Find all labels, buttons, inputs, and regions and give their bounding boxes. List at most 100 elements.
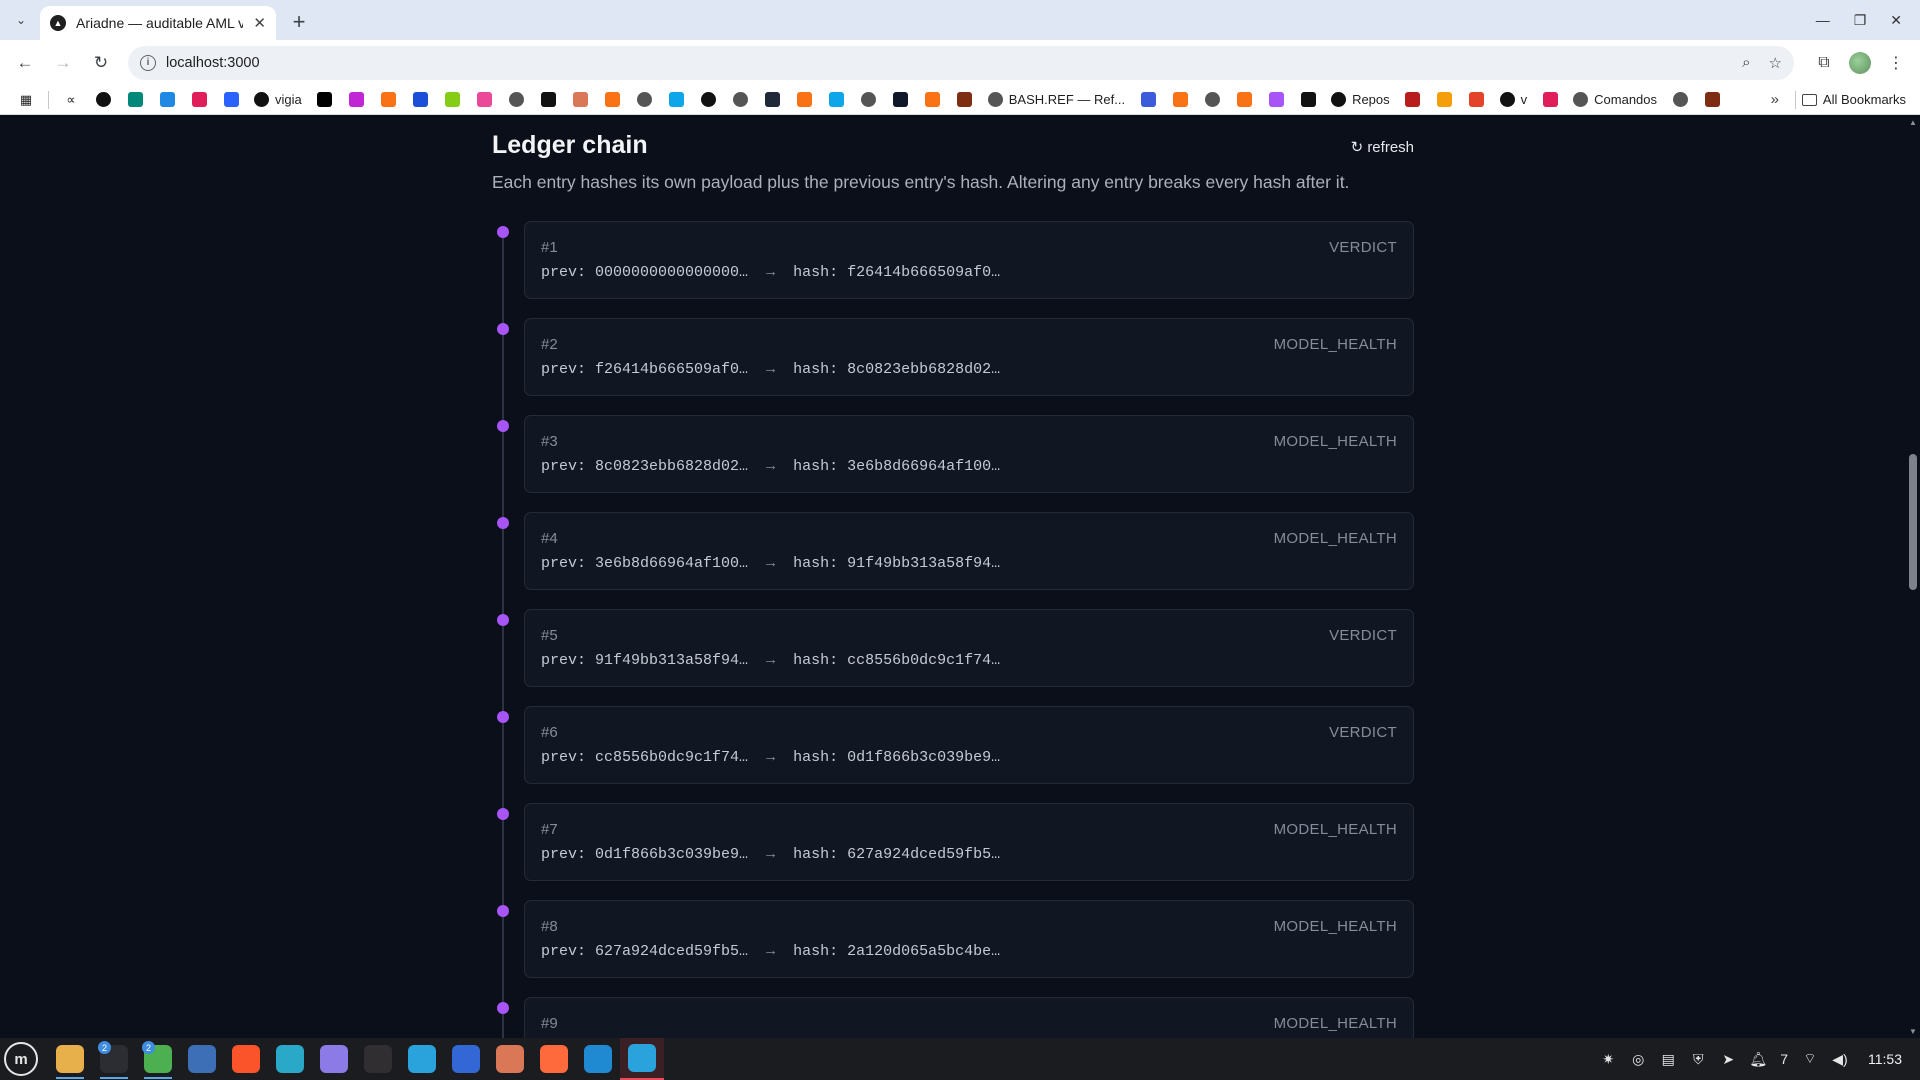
bookmark-item[interactable] [151, 88, 183, 112]
bookmark-item[interactable] [1196, 88, 1228, 112]
reload-button[interactable]: ↻ [86, 48, 116, 78]
bookmark-item[interactable] [565, 88, 597, 112]
bookmark-item[interactable] [309, 88, 341, 112]
bookmark-item[interactable]: Repos [1324, 88, 1397, 112]
bookmark-item[interactable] [437, 88, 469, 112]
bookmark-item[interactable] [1534, 88, 1566, 112]
close-window-icon[interactable]: ✕ [1890, 12, 1902, 29]
ledger-entry-card[interactable]: #6 VERDICT prev: cc8556b0dc9c1f74… → hash:… [524, 706, 1414, 784]
bookmark-item[interactable] [1461, 88, 1493, 112]
bookmark-item[interactable] [533, 88, 565, 112]
taskbar-app[interactable] [576, 1038, 620, 1080]
bookmark-item[interactable] [693, 88, 725, 112]
bookmark-logo-icon[interactable]: ∝ [55, 88, 87, 112]
bookmark-item[interactable] [1696, 88, 1728, 112]
bookmark-item[interactable] [1429, 88, 1461, 112]
claude-tray-icon[interactable]: ✷ [1600, 1051, 1616, 1067]
start-menu-button[interactable]: m [4, 1042, 38, 1076]
taskbar-app[interactable] [356, 1038, 400, 1080]
all-bookmarks-button[interactable]: All Bookmarks [1801, 92, 1910, 107]
bookmark-item[interactable] [1664, 88, 1696, 112]
bookmark-item[interactable] [87, 88, 119, 112]
forward-button[interactable]: → [48, 48, 78, 78]
scroll-up-icon[interactable]: ▲ [1909, 118, 1917, 127]
bookmark-item[interactable]: v [1493, 88, 1535, 112]
bookmark-item[interactable] [341, 88, 373, 112]
bookmark-item[interactable] [1397, 88, 1429, 112]
bookmark-item[interactable] [789, 88, 821, 112]
ledger-entry-card[interactable]: #2 MODEL_HEALTH prev: f26414b666509af0… → … [524, 318, 1414, 396]
taskbar-app[interactable] [400, 1038, 444, 1080]
taskbar-app[interactable] [224, 1038, 268, 1080]
bookmark-item[interactable] [1260, 88, 1292, 112]
bookmark-item[interactable]: BASH.REF — Ref... [981, 88, 1132, 112]
taskbar-app[interactable] [620, 1038, 664, 1080]
telegram-tray-icon[interactable]: ➤ [1720, 1051, 1736, 1067]
bookmark-item[interactable] [119, 88, 151, 112]
ledger-entry-card[interactable]: #8 MODEL_HEALTH prev: 627a924dced59fb5… → … [524, 900, 1414, 978]
tab-search-chevron-icon[interactable]: ⌄ [8, 7, 34, 33]
bookmark-item[interactable] [661, 88, 693, 112]
taskbar-app[interactable] [48, 1038, 92, 1080]
bookmark-item[interactable] [885, 88, 917, 112]
back-button[interactable]: ← [10, 48, 40, 78]
bookmark-item[interactable]: vigia [247, 88, 309, 112]
bookmark-item[interactable] [215, 88, 247, 112]
obs-tray-icon[interactable]: ◎ [1630, 1051, 1646, 1067]
bookmark-item[interactable] [183, 88, 215, 112]
new-tab-button[interactable]: + [284, 7, 314, 37]
restore-icon[interactable]: ❐ [1854, 12, 1867, 29]
ledger-entry-card[interactable]: #4 MODEL_HEALTH prev: 3e6b8d66964af100… → … [524, 512, 1414, 590]
zoom-icon[interactable]: ⌕ [1742, 54, 1750, 72]
bookmark-item[interactable] [1228, 88, 1260, 112]
bookmark-item[interactable] [821, 88, 853, 112]
bookmark-item[interactable] [629, 88, 661, 112]
clipboard-icon[interactable]: ▤ [1660, 1051, 1676, 1067]
bookmark-item[interactable] [501, 88, 533, 112]
apps-grid-icon[interactable]: ▦ [10, 88, 42, 112]
bookmark-item[interactable] [405, 88, 437, 112]
taskbar-app[interactable] [532, 1038, 576, 1080]
bookmark-item[interactable]: Comandos [1566, 88, 1664, 112]
taskbar-app[interactable] [488, 1038, 532, 1080]
bookmark-item[interactable] [1164, 88, 1196, 112]
bookmark-item[interactable] [725, 88, 757, 112]
ledger-entry-card[interactable]: #3 MODEL_HEALTH prev: 8c0823ebb6828d02… → … [524, 415, 1414, 493]
bookmark-item[interactable] [853, 88, 885, 112]
bookmark-star-icon[interactable]: ☆ [1769, 54, 1782, 72]
bookmark-item[interactable] [469, 88, 501, 112]
extensions-icon[interactable]: ⧉ [1810, 49, 1838, 77]
browser-tab-active[interactable]: ▲ Ariadne — auditable AML ve ✕ [40, 6, 276, 40]
site-info-icon[interactable]: i [140, 54, 156, 71]
tab-close-icon[interactable]: ✕ [253, 14, 266, 32]
bookmark-item[interactable] [1292, 88, 1324, 112]
notifications-icon[interactable]: 🔔︎ [1749, 1051, 1767, 1067]
bookmark-item[interactable] [917, 88, 949, 112]
bookmark-item[interactable] [949, 88, 981, 112]
ledger-entry-card[interactable]: #5 VERDICT prev: 91f49bb313a58f94… → hash:… [524, 609, 1414, 687]
bookmark-item[interactable] [757, 88, 789, 112]
browser-menu-icon[interactable]: ⋮ [1882, 49, 1910, 77]
bookmark-item[interactable] [597, 88, 629, 112]
shield-icon[interactable]: ⛨ [1690, 1051, 1706, 1067]
taskbar-app[interactable]: 2 [92, 1038, 136, 1080]
taskbar-app[interactable] [444, 1038, 488, 1080]
volume-icon[interactable]: ◀︎) [1832, 1051, 1848, 1067]
page-scrollbar[interactable]: ▲ ▼ [1906, 116, 1920, 1038]
address-bar[interactable]: i localhost:3000 ⌕ ☆ [128, 45, 1794, 80]
scrollbar-thumb[interactable] [1909, 454, 1917, 590]
taskbar-app[interactable] [180, 1038, 224, 1080]
taskbar-app[interactable] [268, 1038, 312, 1080]
scroll-down-icon[interactable]: ▼ [1909, 1027, 1917, 1036]
ledger-entry-card[interactable]: #9 MODEL_HEALTH [524, 997, 1414, 1038]
taskbar-app[interactable]: 2 [136, 1038, 180, 1080]
taskbar-app[interactable] [312, 1038, 356, 1080]
ledger-entry-card[interactable]: #1 VERDICT prev: 0000000000000000… → hash:… [524, 221, 1414, 299]
bookmark-item[interactable] [1132, 88, 1164, 112]
address-url[interactable]: localhost:3000 [166, 55, 260, 71]
minimize-icon[interactable]: — [1816, 12, 1830, 28]
ledger-entry-card[interactable]: #7 MODEL_HEALTH prev: 0d1f866b3c039be9… → … [524, 803, 1414, 881]
clock[interactable]: 11:53 [1868, 1051, 1902, 1067]
bookmark-item[interactable] [373, 88, 405, 112]
profile-avatar[interactable] [1846, 49, 1874, 77]
